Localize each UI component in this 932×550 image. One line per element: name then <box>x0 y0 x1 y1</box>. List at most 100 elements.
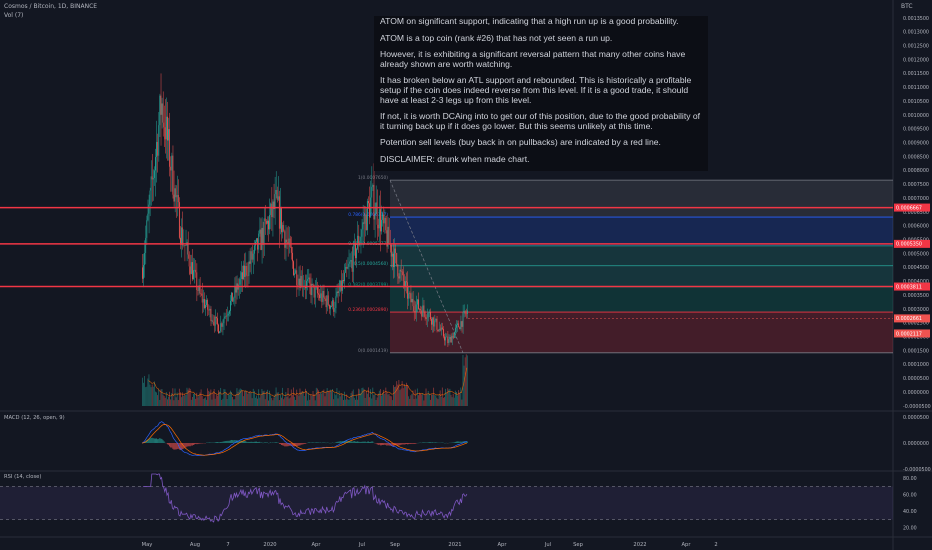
price-candle <box>432 317 433 325</box>
volume-bar <box>450 394 452 406</box>
volume-bar <box>186 387 188 406</box>
macd-histogram-bar <box>162 440 164 443</box>
macd-histogram-bar <box>365 442 367 443</box>
price-candle <box>331 305 332 307</box>
macd-histogram-bar <box>413 443 415 444</box>
volume-bar <box>146 386 148 406</box>
macd-histogram-bar <box>459 441 461 443</box>
macd-histogram-bar <box>361 441 363 443</box>
rsi-tick-label: 60.00 <box>903 493 917 499</box>
last-price-value: 0.0002661 <box>896 316 922 322</box>
volume-bar <box>388 393 390 406</box>
macd-histogram-bar <box>221 441 223 443</box>
macd-histogram-bar <box>169 443 170 447</box>
volume-bar <box>348 399 350 406</box>
macd-histogram-bar <box>272 442 274 443</box>
volume-bar <box>363 389 365 406</box>
price-candle <box>393 253 394 268</box>
volume-bar <box>260 395 262 406</box>
price-candle <box>402 271 404 282</box>
volume-bar <box>465 354 467 406</box>
volume-bar <box>251 398 253 406</box>
macd-histogram-bar <box>163 441 165 443</box>
price-candle <box>443 329 444 337</box>
macd-histogram-bar <box>452 442 454 443</box>
price-candle <box>203 299 205 309</box>
macd-histogram-bar <box>263 442 265 443</box>
macd-histogram-bar <box>152 438 154 443</box>
volume-bar <box>271 398 273 406</box>
price-candle <box>312 283 314 285</box>
volume-bar <box>220 387 222 406</box>
volume-bar <box>399 390 401 406</box>
macd-histogram-bar <box>358 441 360 443</box>
volume-bar <box>239 388 241 406</box>
macd-histogram-bar <box>249 441 251 443</box>
macd-histogram-bar <box>363 441 365 443</box>
volume-bar <box>193 393 194 406</box>
note-paragraph: Potention sell levels (buy back in on pu… <box>380 137 661 148</box>
price-candle <box>228 310 230 314</box>
volume-bar <box>433 387 435 406</box>
price-candle <box>293 261 294 275</box>
rsi-tick-label: 40.00 <box>903 509 917 515</box>
volume-bar <box>370 389 372 406</box>
macd-histogram-bar <box>251 441 253 443</box>
price-candle <box>352 245 354 272</box>
volume-bar <box>381 395 382 406</box>
volume-bar <box>252 388 254 406</box>
macd-histogram-bar <box>397 443 399 446</box>
note-paragraph: However, it is exhibiting a significant … <box>380 49 686 69</box>
price-candle <box>224 316 226 319</box>
volume-bar <box>321 393 323 406</box>
macd-histogram-bar <box>227 440 229 443</box>
price-candle <box>396 252 398 265</box>
price-candle <box>197 290 199 291</box>
price-candle <box>326 295 328 308</box>
price-tick-label: 0.0012000 <box>903 57 929 63</box>
volume-legend: Vol (7) <box>4 12 24 19</box>
volume-bar <box>390 396 392 406</box>
price-candle <box>459 327 461 330</box>
price-candle <box>421 310 423 317</box>
price-candle <box>295 270 297 274</box>
volume-bar <box>432 394 433 406</box>
volume-bar <box>302 391 304 406</box>
macd-histogram-bar <box>255 441 256 443</box>
macd-histogram-bar <box>298 443 300 446</box>
price-candle <box>344 272 345 282</box>
price-candle <box>271 203 273 218</box>
volume-bar <box>226 399 228 406</box>
volume-bar <box>326 388 328 406</box>
volume-bar <box>290 389 292 406</box>
macd-tick-label: -0.0000500 <box>903 467 931 473</box>
macd-histogram-bar <box>466 441 468 443</box>
volume-bar <box>295 399 297 406</box>
macd-histogram-bar <box>244 441 245 443</box>
macd-histogram-bar <box>351 441 353 443</box>
price-candle <box>381 219 382 232</box>
price-candle <box>395 248 397 253</box>
price-candle <box>205 305 206 309</box>
macd-histogram-bar <box>218 442 219 443</box>
price-candle <box>245 266 247 277</box>
volume-bar <box>443 397 444 406</box>
price-candle <box>209 308 211 311</box>
volume-bar <box>288 398 290 406</box>
volume-bar <box>168 396 169 406</box>
price-tick-label: 0.0013500 <box>903 16 929 22</box>
volume-bar <box>257 398 259 406</box>
macd-histogram-bar <box>158 438 160 443</box>
price-candle <box>252 253 254 260</box>
price-candle <box>431 319 432 325</box>
fib-level-label: 1(0.0007650) <box>358 175 388 181</box>
volume-bar <box>178 388 180 406</box>
macd-histogram-bar <box>219 442 220 443</box>
volume-bar <box>320 392 322 406</box>
price-candle <box>411 298 413 303</box>
price-candle <box>274 194 276 209</box>
price-candle <box>336 291 338 297</box>
price-candle <box>290 246 292 253</box>
volume-bar <box>170 399 172 406</box>
volume-bar <box>374 393 376 406</box>
